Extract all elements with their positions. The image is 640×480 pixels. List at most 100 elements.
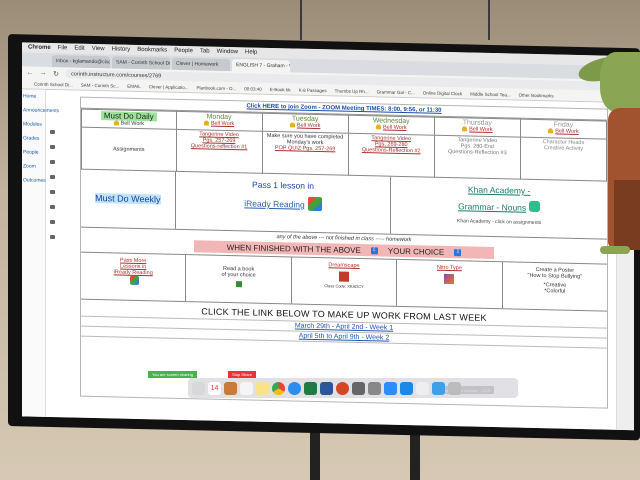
- iready-link[interactable]: iReady Reading: [244, 198, 304, 209]
- trash-icon[interactable]: [448, 381, 461, 395]
- choice-link[interactable]: Nitro Type: [397, 264, 501, 272]
- zoom-icon[interactable]: [384, 381, 397, 395]
- weekly-plan-page: Click HERE to join Zoom - ZOOM Meeting T…: [80, 96, 608, 409]
- bell-work-link[interactable]: Bell Work: [211, 121, 234, 128]
- menu-item[interactable]: Window: [217, 49, 238, 55]
- assignment-text: Questions-Reflection #3: [447, 148, 507, 157]
- bookmark-item[interactable]: Middle School Tea...: [470, 91, 510, 97]
- bookmark-item[interactable]: K-8 Passages: [299, 88, 327, 94]
- back-icon[interactable]: ←: [26, 69, 34, 76]
- notes-icon[interactable]: [240, 381, 253, 395]
- khan-academy-icon: [529, 201, 541, 213]
- bookmark-item[interactable]: SAM - Corinth Sc...: [81, 83, 120, 89]
- menu-item[interactable]: Edit: [74, 46, 84, 52]
- bookmark-item[interactable]: EMAIL: [127, 84, 141, 89]
- choice-cell: Nitro Type: [397, 259, 503, 309]
- browser-tab-active[interactable]: ENGLISH 7 - Graham - W: [232, 59, 290, 73]
- course-nav-item[interactable]: Modules: [22, 117, 45, 132]
- menu-item[interactable]: History: [112, 46, 131, 52]
- menu-item[interactable]: Tab: [200, 48, 210, 54]
- bell-icon: [548, 128, 554, 134]
- eye-icon[interactable]: [50, 189, 55, 195]
- bell-icon: [289, 122, 295, 128]
- choice-cell: Pass More Lessons in iReady Reading: [81, 252, 187, 302]
- menu-item[interactable]: Chrome: [28, 44, 51, 51]
- menu-item[interactable]: Bookmarks: [137, 47, 167, 54]
- bell-work-link[interactable]: Bell Work: [555, 128, 578, 135]
- bookmark-item[interactable]: E-Book bk: [270, 87, 291, 92]
- word-icon[interactable]: [320, 381, 333, 395]
- course-nav-item[interactable]: Home: [22, 89, 45, 104]
- bookmark-item[interactable]: Grammar Gal - C...: [377, 89, 415, 95]
- finished-left: WHEN FINISHED WITH THE ABOVE: [226, 242, 361, 255]
- bookmark-item[interactable]: 00:03:40: [244, 86, 262, 91]
- finder-icon[interactable]: [192, 381, 205, 395]
- course-nav-item[interactable]: Grades: [22, 131, 45, 146]
- bookmark-item[interactable]: Planbook.com - O...: [197, 85, 237, 91]
- assignment-link[interactable]: POP QUIZ Pgs. 257-269: [264, 145, 347, 153]
- folder-icon[interactable]: [432, 381, 445, 395]
- nitro-type-icon: [444, 273, 455, 285]
- bell-work-link[interactable]: Bell Work: [297, 123, 320, 130]
- browser-tab[interactable]: Clever | Homework: [172, 57, 230, 72]
- safari-icon[interactable]: [288, 381, 301, 395]
- must-do-weekly-label: Must Do Weekly: [95, 192, 161, 205]
- eye-icon[interactable]: [50, 159, 55, 165]
- yoda-figure-robe: [614, 180, 640, 250]
- down-arrow-icon: ⇩: [454, 248, 462, 256]
- course-nav-item[interactable]: Outcomes: [22, 173, 46, 188]
- finished-right: YOUR CHOICE: [387, 246, 445, 257]
- photos-icon[interactable]: [352, 381, 365, 395]
- eye-icon[interactable]: [50, 144, 55, 150]
- menu-item[interactable]: File: [58, 45, 68, 51]
- bell-icon: [203, 120, 209, 126]
- bookmark-item[interactable]: Online Digital Clock: [423, 90, 462, 96]
- eye-icon[interactable]: [50, 219, 55, 225]
- choice-text: of your choice: [221, 271, 256, 279]
- stop-share-button[interactable]: Stop Share: [228, 371, 257, 378]
- powerpoint-icon[interactable]: [336, 381, 349, 395]
- menu-item[interactable]: View: [92, 46, 105, 52]
- eye-icon[interactable]: [50, 204, 55, 210]
- bookmark-item[interactable]: Corinth School Di...: [34, 82, 73, 88]
- iready-cube-icon: [130, 275, 140, 285]
- browser-tab[interactable]: Inbox - kglamando@cisd.k12: [52, 54, 110, 69]
- chrome-icon[interactable]: [272, 381, 285, 395]
- bell-work-link[interactable]: Bell Work: [383, 125, 406, 132]
- screen-sharing-indicator: You are screen sharing: [148, 371, 197, 378]
- eye-icon[interactable]: [50, 129, 55, 135]
- course-nav-item[interactable]: Zoom: [22, 159, 45, 174]
- bell-work-link[interactable]: Bell Work: [469, 126, 492, 133]
- book-icon: [235, 281, 242, 288]
- bookmark-item[interactable]: Thumbs Up Rh...: [335, 88, 369, 94]
- course-nav-item[interactable]: People: [22, 145, 45, 160]
- course-nav-item[interactable]: Announcements: [22, 103, 59, 118]
- khan-grammar-link[interactable]: Grammar - Nouns: [458, 201, 526, 213]
- yoda-figure-head: [600, 52, 640, 112]
- bookmark-item[interactable]: Clever | Applicatio...: [149, 84, 189, 90]
- excel-icon[interactable]: [304, 381, 317, 395]
- down-arrow-icon: ⇩: [370, 246, 378, 254]
- eye-icon[interactable]: [50, 174, 55, 180]
- stickies-icon[interactable]: [256, 381, 269, 395]
- documents-icon[interactable]: [416, 381, 429, 395]
- choice-link[interactable]: Dreamscape: [292, 261, 396, 269]
- books-icon[interactable]: [224, 381, 237, 395]
- bookmark-item[interactable]: Other Bookmarks: [519, 93, 554, 99]
- calendar-icon[interactable]: 14: [208, 381, 221, 395]
- menu-item[interactable]: People: [174, 48, 193, 54]
- choice-text: "How to Stop Bullying": [527, 272, 583, 281]
- preview-icon[interactable]: [368, 381, 381, 395]
- eye-icon[interactable]: [50, 234, 55, 240]
- menu-item[interactable]: Help: [245, 49, 257, 55]
- assignment-link[interactable]: Questions-reflection #1: [178, 143, 261, 151]
- bell-icon: [462, 126, 468, 132]
- choice-text: Class Code: XKADCY: [324, 283, 364, 290]
- course-nav: Home Announcements Modules Grades People…: [22, 89, 59, 417]
- reload-icon[interactable]: ↻: [52, 69, 60, 78]
- browser-tab[interactable]: SAM - Corinth School District: [112, 56, 170, 70]
- weekly-block: Must Do Weekly Pass 1 lesson in iReady R…: [81, 169, 607, 240]
- assignment-link[interactable]: Questions-Reflection #2: [350, 147, 433, 155]
- app-store-icon[interactable]: [400, 381, 413, 395]
- forward-icon[interactable]: →: [39, 70, 47, 77]
